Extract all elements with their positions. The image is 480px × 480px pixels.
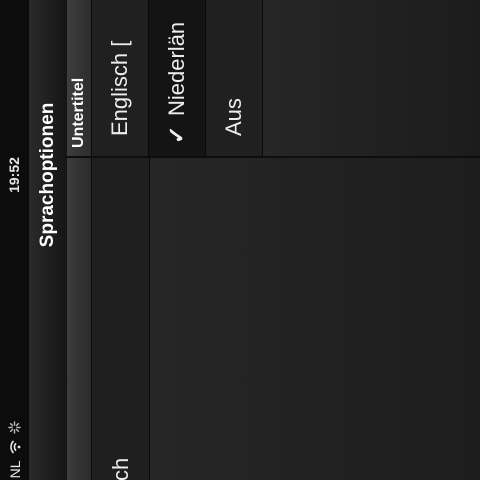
subtitles-header: Untertitel bbox=[67, 0, 92, 156]
audio-empty-area bbox=[150, 150, 480, 480]
subtitle-option-label: Aus bbox=[221, 98, 246, 136]
screen: e NL 19:52 Sprachoptionen sch Untertitel… bbox=[0, 0, 480, 480]
subtitle-option-dutch[interactable]: ✓ Niederlän bbox=[149, 0, 206, 156]
subtitle-option-english[interactable]: Englisch [ bbox=[92, 0, 149, 156]
subtitle-option-label: Niederlän bbox=[164, 21, 189, 116]
navigation-bar: Sprachoptionen bbox=[29, 0, 68, 480]
audio-header bbox=[67, 150, 92, 480]
audio-column: sch bbox=[67, 150, 480, 480]
audio-item-label: sch bbox=[108, 457, 133, 480]
subtitles-column: Untertitel Englisch [ ✓ Niederlän Aus bbox=[67, 0, 480, 158]
audio-list-item[interactable]: sch bbox=[92, 150, 150, 480]
status-bar: e NL 19:52 bbox=[0, 0, 29, 480]
subtitle-option-label: Englisch [ bbox=[107, 40, 132, 136]
subtitles-header-label: Untertitel bbox=[70, 77, 87, 148]
subtitles-empty-area bbox=[263, 0, 480, 156]
subtitle-option-off[interactable]: Aus bbox=[206, 0, 263, 156]
page-title: Sprachoptionen bbox=[37, 102, 58, 248]
rotated-view: e NL 19:52 Sprachoptionen sch Untertitel… bbox=[0, 0, 480, 480]
checkmark-icon: ✓ bbox=[164, 125, 189, 144]
status-time: 19:52 bbox=[6, 157, 22, 193]
